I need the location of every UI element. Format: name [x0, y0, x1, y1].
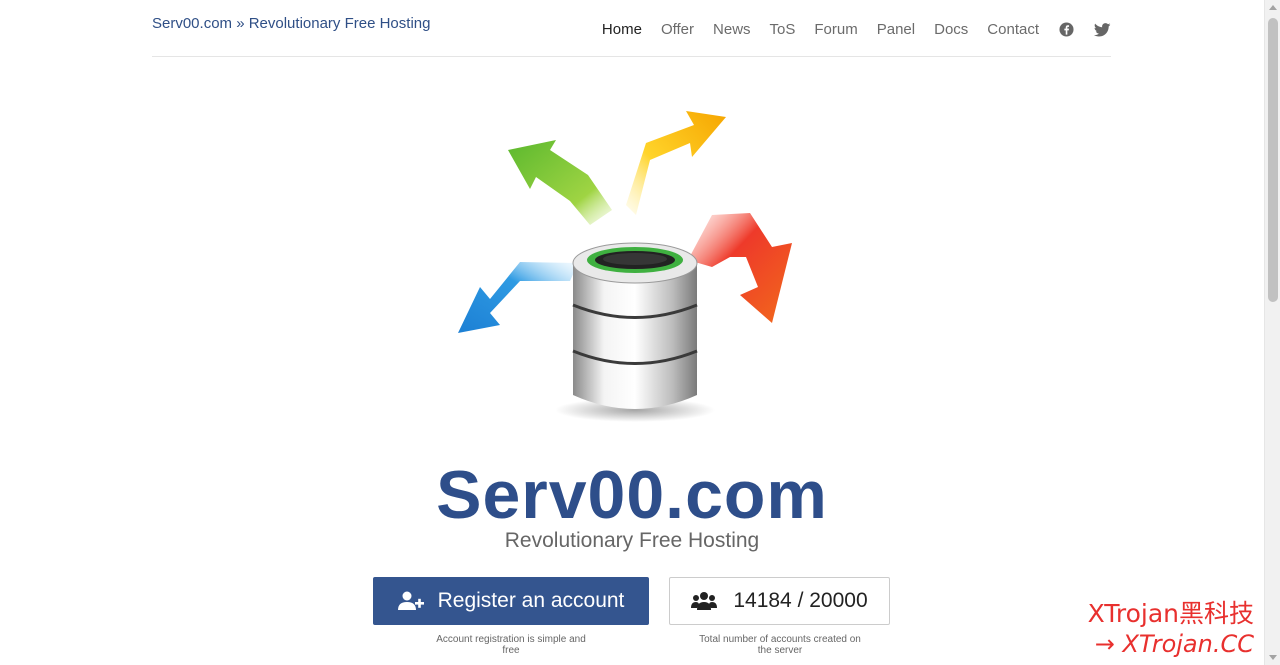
accounts-note: Total number of accounts created on the … — [699, 634, 861, 656]
accounts-count: 14184 / 20000 — [733, 589, 868, 612]
site-logo-title: Serv00.com — [436, 457, 828, 533]
nav-tos[interactable]: ToS — [770, 21, 796, 38]
site-header: Serv00.com » Revolutionary Free Hosting … — [152, 0, 1111, 57]
register-account-label: Register an account — [437, 589, 625, 612]
scroll-up-arrow[interactable] — [1269, 5, 1277, 10]
watermark-line-2: → XTrojan.CC — [1094, 630, 1254, 658]
register-note: Account registration is simple and free — [436, 634, 586, 656]
nav-contact[interactable]: Contact — [987, 21, 1039, 38]
nav-offer[interactable]: Offer — [661, 21, 694, 38]
register-account-button[interactable]: Register an account — [373, 577, 649, 625]
vertical-scrollbar[interactable] — [1264, 0, 1280, 665]
hosting-server-illustration — [458, 111, 792, 422]
users-icon — [691, 591, 718, 611]
scrollbar-thumb[interactable] — [1268, 18, 1278, 302]
twitter-icon[interactable] — [1094, 22, 1111, 37]
scroll-down-arrow[interactable] — [1269, 655, 1277, 660]
add-user-icon — [397, 591, 424, 611]
brand-link[interactable]: Serv00.com » Revolutionary Free Hosting — [152, 15, 430, 32]
watermark: XTrojan黑科技 → XTrojan.CC — [1088, 598, 1254, 658]
watermark-line-1: XTrojan黑科技 — [1087, 599, 1254, 628]
accounts-counter: 14184 / 20000 — [669, 577, 890, 625]
nav-panel[interactable]: Panel — [877, 21, 915, 38]
facebook-icon[interactable] — [1059, 22, 1074, 37]
site-logo-subtitle: Revolutionary Free Hosting — [504, 529, 760, 552]
nav-forum[interactable]: Forum — [814, 21, 857, 38]
nav-news[interactable]: News — [713, 21, 751, 38]
main-nav: Home Offer News ToS Forum Panel Docs Con… — [583, 21, 1111, 38]
nav-docs[interactable]: Docs — [934, 21, 968, 38]
nav-home[interactable]: Home — [602, 21, 642, 38]
